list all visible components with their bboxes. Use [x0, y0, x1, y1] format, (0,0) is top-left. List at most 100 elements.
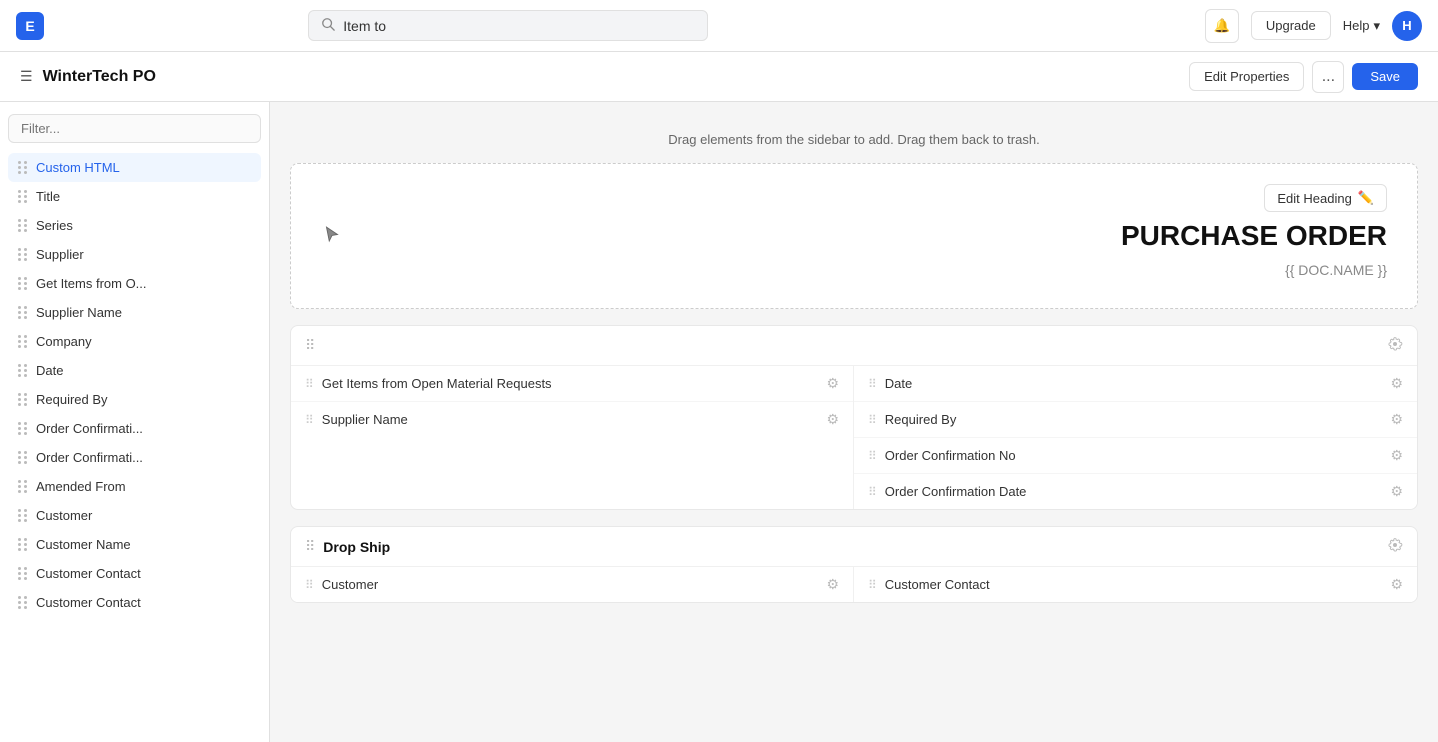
more-options-button[interactable]: ... [1312, 61, 1344, 93]
menu-icon[interactable]: ☰ [20, 68, 33, 85]
sidebar-item-label: Customer Contact [36, 566, 141, 581]
sidebar-item-customer-name[interactable]: Customer Name [8, 530, 261, 559]
save-button[interactable]: Save [1352, 63, 1418, 90]
drag-handle [18, 538, 28, 551]
sidebar-item-required-by[interactable]: Required By [8, 385, 261, 414]
section-settings-icon[interactable] [1387, 537, 1403, 556]
section-header-left: ⠿ Drop Ship [305, 538, 390, 555]
user-avatar[interactable]: H [1392, 11, 1422, 41]
field-settings-icon[interactable]: ⚙ [826, 375, 839, 392]
drop-ship-left-column: ⠿ Customer ⚙ [291, 567, 854, 602]
edit-properties-button[interactable]: Edit Properties [1189, 62, 1304, 91]
search-input[interactable] [343, 18, 695, 34]
sidebar-item-get-items[interactable]: Get Items from O... [8, 269, 261, 298]
field-order-conf-no: ⠿ Order Confirmation No ⚙ [854, 438, 1417, 474]
drop-ship-right-column: ⠿ Customer Contact ⚙ [854, 567, 1417, 602]
field-drag-handle[interactable]: ⠿ [868, 413, 877, 427]
field-label: Date [885, 376, 912, 391]
notifications-button[interactable]: 🔔 [1205, 9, 1239, 43]
field-label: Get Items from Open Material Requests [322, 376, 552, 391]
sidebar-item-label: Company [36, 334, 92, 349]
field-row-left: ⠿ Required By [868, 412, 1390, 427]
field-label: Customer [322, 577, 378, 592]
sidebar-item-label: Customer [36, 508, 92, 523]
sidebar-item-supplier-name[interactable]: Supplier Name [8, 298, 261, 327]
sidebar-item-custom-html[interactable]: Custom HTML [8, 153, 261, 182]
sidebar-item-date[interactable]: Date [8, 356, 261, 385]
field-settings-icon[interactable]: ⚙ [1390, 447, 1403, 464]
drag-handle [18, 596, 28, 609]
right-column: ⠿ Date ⚙ ⠿ Required By ⚙ [854, 366, 1417, 509]
drag-handle [18, 161, 28, 174]
sidebar-item-series[interactable]: Series [8, 211, 261, 240]
drop-ship-section-card: ⠿ Drop Ship ⠿ Customer [290, 526, 1418, 603]
document-template-variable: {{ DOC.NAME }} [321, 262, 1387, 278]
sidebar-item-label: Order Confirmati... [36, 421, 143, 436]
sidebar-item-label: Customer Name [36, 537, 131, 552]
field-customer: ⠿ Customer ⚙ [291, 567, 853, 602]
sidebar-filter-input[interactable] [8, 114, 261, 143]
search-icon [321, 17, 335, 34]
sidebar-item-order-conf-1[interactable]: Order Confirmati... [8, 414, 261, 443]
field-customer-contact: ⠿ Customer Contact ⚙ [854, 567, 1417, 602]
field-drag-handle[interactable]: ⠿ [305, 413, 314, 427]
field-settings-icon[interactable]: ⚙ [1390, 483, 1403, 500]
drag-handle [18, 248, 28, 261]
sidebar-item-label: Title [36, 189, 60, 204]
field-settings-icon[interactable]: ⚙ [1390, 375, 1403, 392]
sidebar-item-amended-from[interactable]: Amended From [8, 472, 261, 501]
field-drag-handle[interactable]: ⠿ [868, 449, 877, 463]
field-drag-handle[interactable]: ⠿ [868, 578, 877, 592]
field-row-left: ⠿ Date [868, 376, 1390, 391]
field-settings-icon[interactable]: ⚙ [1390, 576, 1403, 593]
field-drag-handle[interactable]: ⠿ [305, 578, 314, 592]
field-date: ⠿ Date ⚙ [854, 366, 1417, 402]
drop-ship-section-title: Drop Ship [323, 539, 390, 555]
edit-heading-button[interactable]: Edit Heading ✏️ [1264, 184, 1387, 212]
field-drag-handle[interactable]: ⠿ [868, 377, 877, 391]
field-get-items: ⠿ Get Items from Open Material Requests … [291, 366, 853, 402]
section-drag-handle[interactable]: ⠿ [305, 337, 315, 354]
field-drag-handle[interactable]: ⠿ [868, 485, 877, 499]
drag-handle [18, 190, 28, 203]
app-logo[interactable]: E [16, 12, 44, 40]
field-settings-icon[interactable]: ⚙ [826, 411, 839, 428]
sidebar-item-label: Get Items from O... [36, 276, 147, 291]
section-settings-icon[interactable] [1387, 336, 1403, 355]
upgrade-button[interactable]: Upgrade [1251, 11, 1331, 40]
field-settings-icon[interactable]: ⚙ [1390, 411, 1403, 428]
sidebar-item-supplier[interactable]: Supplier [8, 240, 261, 269]
sidebar-item-order-conf-2[interactable]: Order Confirmati... [8, 443, 261, 472]
sidebar-item-label: Supplier Name [36, 305, 122, 320]
field-required-by: ⠿ Required By ⚙ [854, 402, 1417, 438]
field-row-left: ⠿ Order Confirmation No [868, 448, 1390, 463]
field-row-left: ⠿ Order Confirmation Date [868, 484, 1390, 499]
drag-handle [18, 480, 28, 493]
document-title: PURCHASE ORDER [321, 220, 1387, 252]
field-settings-icon[interactable]: ⚙ [826, 576, 839, 593]
drag-handle [18, 219, 28, 232]
drag-handle [18, 509, 28, 522]
sidebar-item-customer-contact-2[interactable]: Customer Contact [8, 588, 261, 617]
section-header: ⠿ [291, 326, 1417, 366]
bell-icon: 🔔 [1214, 18, 1231, 34]
field-label: Required By [885, 412, 957, 427]
field-label: Order Confirmation Date [885, 484, 1027, 499]
sidebar-item-label: Required By [36, 392, 108, 407]
help-button[interactable]: Help ▾ [1343, 18, 1380, 34]
sidebar-item-label: Supplier [36, 247, 84, 262]
field-row-left: ⠿ Supplier Name [305, 412, 826, 427]
chevron-down-icon: ▾ [1373, 18, 1380, 34]
sidebar-item-customer-contact-1[interactable]: Customer Contact [8, 559, 261, 588]
sidebar-item-company[interactable]: Company [8, 327, 261, 356]
help-label: Help [1343, 18, 1370, 33]
document-header-inner: Edit Heading ✏️ PURCHASE ORDER {{ DOC.NA… [291, 164, 1417, 308]
sidebar-item-label: Customer Contact [36, 595, 141, 610]
sidebar-item-label: Date [36, 363, 63, 378]
section-drag-handle[interactable]: ⠿ [305, 538, 315, 555]
sidebar-item-customer[interactable]: Customer [8, 501, 261, 530]
sidebar-item-title[interactable]: Title [8, 182, 261, 211]
field-drag-handle[interactable]: ⠿ [305, 377, 314, 391]
sidebar-item-label: Custom HTML [36, 160, 120, 175]
search-bar[interactable] [308, 10, 708, 41]
